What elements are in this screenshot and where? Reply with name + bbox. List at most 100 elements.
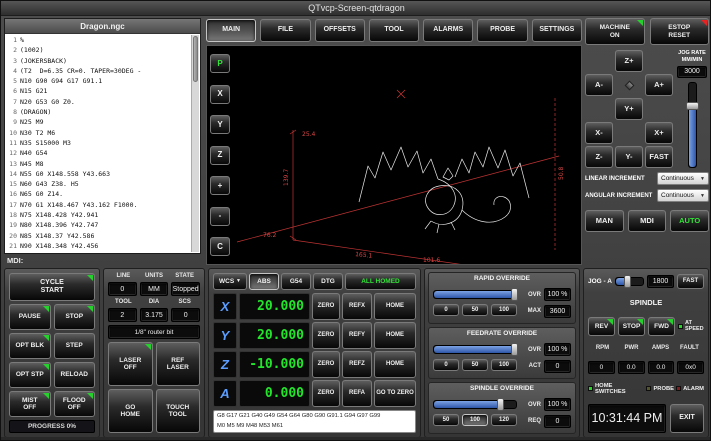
zero-axis-button[interactable]: ZERO bbox=[312, 380, 340, 407]
mist-button[interactable]: MISTOFF bbox=[9, 391, 51, 417]
jog-x-plus-button[interactable]: X+ bbox=[645, 122, 673, 144]
angular-increment-select[interactable]: Continuous ▼ bbox=[657, 189, 709, 202]
gcode-line-number: 21 bbox=[6, 241, 20, 251]
rapid-override-group: RAPID OVERRIDE 0 50 100 OVR100 % MAX3600 bbox=[428, 272, 576, 324]
alarm-led-icon bbox=[676, 386, 681, 391]
jog-a-fast-button[interactable]: FAST bbox=[677, 274, 704, 289]
spindle-100-button[interactable]: 100 bbox=[462, 414, 488, 426]
feed-50-button[interactable]: 50 bbox=[462, 359, 488, 371]
slider-handle[interactable] bbox=[624, 275, 631, 288]
laser-button[interactable]: LASEROFF bbox=[108, 342, 153, 386]
spindle-reverse-button[interactable]: REV bbox=[588, 317, 615, 336]
ref-axis-button[interactable]: REFX bbox=[342, 293, 372, 320]
slider-handle[interactable] bbox=[686, 102, 699, 110]
gcode-editor[interactable]: 1% 2(1002) 3(JOKERSBACK) 4(T2 D=6.35 CR=… bbox=[5, 34, 200, 253]
at-speed-led-icon bbox=[678, 324, 683, 329]
zoom-in-button[interactable]: + bbox=[210, 176, 230, 195]
gcode-preview-viewer[interactable]: 139.7 165.1 50.8 101.6 76.2 25.4 P X Y Z… bbox=[206, 45, 582, 265]
optional-block-button[interactable]: OPT BLK bbox=[9, 333, 51, 359]
stop-button[interactable]: STOP bbox=[54, 304, 96, 330]
gcode-scrollbar[interactable] bbox=[191, 35, 199, 252]
rapid-0-button[interactable]: 0 bbox=[433, 304, 459, 316]
preview-graphic: 139.7 165.1 50.8 101.6 76.2 25.4 bbox=[207, 46, 581, 264]
g54-button[interactable]: G54 bbox=[281, 273, 311, 290]
wcs-select-button[interactable]: WCS ▼ bbox=[213, 273, 247, 290]
view-z-button[interactable]: Z bbox=[210, 146, 230, 165]
fault-value: 0x0 bbox=[677, 361, 704, 374]
jog-a-slider[interactable] bbox=[615, 277, 644, 286]
mode-man-button[interactable]: MAN bbox=[585, 210, 624, 232]
tab-main[interactable]: MAIN bbox=[206, 19, 256, 42]
spindle-120-button[interactable]: 120 bbox=[491, 414, 517, 426]
flood-button[interactable]: FLOODOFF bbox=[54, 391, 96, 417]
jog-rate-slider[interactable] bbox=[688, 82, 697, 168]
linear-increment-select[interactable]: Continuous ▼ bbox=[657, 172, 709, 185]
spindle-override-slider[interactable] bbox=[433, 400, 517, 409]
feed-override-slider[interactable] bbox=[433, 345, 517, 354]
feed-0-button[interactable]: 0 bbox=[433, 359, 459, 371]
pause-button[interactable]: PAUSE bbox=[9, 304, 51, 330]
ref-axis-button[interactable]: REFY bbox=[342, 322, 372, 349]
tab-alarms[interactable]: ALARMS bbox=[423, 19, 473, 42]
rapid-override-slider[interactable] bbox=[433, 290, 517, 299]
tab-probe[interactable]: PROBE bbox=[477, 19, 527, 42]
step-button[interactable]: STEP bbox=[54, 333, 96, 359]
linear-increment-row: LINEAR INCREMENT Continuous ▼ bbox=[585, 172, 709, 185]
zero-axis-button[interactable]: ZERO bbox=[312, 351, 340, 378]
view-y-button[interactable]: Y bbox=[210, 115, 230, 134]
jog-z-minus-button[interactable]: Z- bbox=[585, 146, 613, 168]
tab-settings[interactable]: SETTINGS bbox=[532, 19, 582, 42]
zero-axis-button[interactable]: ZERO bbox=[312, 322, 340, 349]
go-home-button[interactable]: GOHOME bbox=[108, 389, 153, 433]
spindle-forward-button[interactable]: FWD bbox=[648, 317, 675, 336]
tab-offsets[interactable]: OFFSETS bbox=[315, 19, 365, 42]
reload-button[interactable]: RELOAD bbox=[54, 362, 96, 388]
jog-a-minus-button[interactable]: A- bbox=[585, 74, 613, 96]
optional-stop-button[interactable]: OPT STP bbox=[9, 362, 51, 388]
cycle-start-button[interactable]: CYCLE START bbox=[9, 273, 95, 301]
home-axis-button[interactable]: HOME bbox=[374, 351, 416, 378]
clear-view-button[interactable]: C bbox=[210, 237, 230, 256]
machine-on-button[interactable]: MACHINE ON bbox=[585, 18, 645, 45]
feed-100-button[interactable]: 100 bbox=[491, 359, 517, 371]
abs-mode-button[interactable]: ABS bbox=[249, 273, 279, 290]
slider-handle[interactable] bbox=[511, 288, 518, 301]
exit-button[interactable]: EXIT bbox=[670, 404, 704, 433]
slider-handle[interactable] bbox=[497, 398, 504, 411]
mode-mdi-button[interactable]: MDI bbox=[628, 210, 667, 232]
rapid-100-button[interactable]: 100 bbox=[491, 304, 517, 316]
spindle-panel: JOG - A 1800 FAST SPINDLE REV STOP FWD A… bbox=[583, 268, 709, 438]
rapid-50-button[interactable]: 50 bbox=[462, 304, 488, 316]
jog-y-minus-button[interactable]: Y- bbox=[615, 146, 643, 168]
mode-auto-button[interactable]: AUTO bbox=[670, 210, 709, 232]
spindle-50-button[interactable]: 50 bbox=[433, 414, 459, 426]
dtg-button[interactable]: DTG bbox=[313, 273, 343, 290]
jog-z-plus-button[interactable]: Z+ bbox=[615, 50, 643, 72]
tab-tool[interactable]: TOOL bbox=[369, 19, 419, 42]
gcode-line: 19N80 X148.396 Y42.747 bbox=[6, 220, 191, 230]
linear-increment-label: LINEAR INCREMENT bbox=[585, 176, 645, 182]
pwr-value: 0.0 bbox=[618, 361, 645, 374]
zero-axis-button[interactable]: ZERO bbox=[312, 293, 340, 320]
home-axis-button[interactable]: GO TO ZERO bbox=[374, 380, 416, 407]
zoom-out-button[interactable]: - bbox=[210, 207, 230, 226]
jog-x-minus-button[interactable]: X- bbox=[585, 122, 613, 144]
ref-axis-button[interactable]: REFZ bbox=[342, 351, 372, 378]
scrollbar-thumb[interactable] bbox=[193, 36, 198, 82]
spindle-override-title: SPINDLE OVERRIDE bbox=[433, 385, 571, 395]
home-axis-button[interactable]: HOME bbox=[374, 293, 416, 320]
tab-file[interactable]: FILE bbox=[260, 19, 310, 42]
ref-laser-button[interactable]: REFLASER bbox=[156, 342, 201, 386]
view-x-button[interactable]: X bbox=[210, 85, 230, 104]
view-perspective-button[interactable]: P bbox=[210, 54, 230, 73]
estop-reset-button[interactable]: ESTOP RESET bbox=[650, 18, 710, 45]
touch-tool-button[interactable]: TOUCHTOOL bbox=[156, 389, 201, 433]
home-axis-button[interactable]: HOME bbox=[374, 322, 416, 349]
slider-handle[interactable] bbox=[511, 343, 518, 356]
jog-fast-button[interactable]: FAST bbox=[645, 146, 673, 168]
jog-y-plus-button[interactable]: Y+ bbox=[615, 98, 643, 120]
jog-a-plus-button[interactable]: A+ bbox=[645, 74, 673, 96]
ref-axis-button[interactable]: REFA bbox=[342, 380, 372, 407]
spindle-stop-button[interactable]: STOP bbox=[618, 317, 645, 336]
gcode-line-text: N20 G53 G0 Z0. bbox=[20, 97, 75, 107]
